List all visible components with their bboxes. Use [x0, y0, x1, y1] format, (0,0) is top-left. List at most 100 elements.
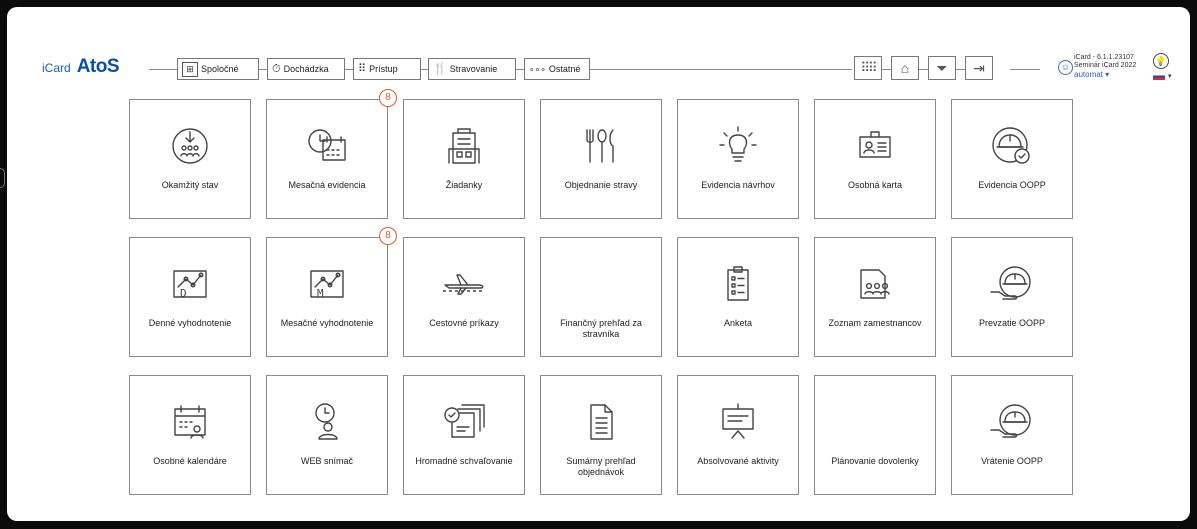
clock-calendar-icon [267, 124, 387, 168]
logout-button[interactable]: ⇥ [965, 56, 993, 80]
grid-button[interactable]: ⠿⠿ [854, 56, 882, 80]
tile-label: Osobné kalendáre [153, 456, 227, 466]
tile-denne-vyhodnotenie[interactable]: D Denné vyhodnotenie [129, 237, 251, 357]
tile-label: Zoznam zamestnancov [828, 318, 922, 328]
nav-line [149, 69, 177, 70]
tile-label: Osobná karta [847, 180, 903, 190]
tile-icon-empty [541, 262, 661, 306]
tile-label: Absolvované aktivity [697, 456, 779, 466]
tile-label: Sumárny prehľad objednávok [566, 456, 636, 477]
tile-objednanie-stravy[interactable]: Objednanie stravy [540, 99, 662, 219]
version-text: iCard - 6.1.1.23107 [1074, 54, 1134, 61]
tile-prevzatie-oopp[interactable]: Prevzatie OOPP [951, 237, 1073, 357]
logo-atos: AtoS [76, 56, 120, 77]
tile-label: Okamžitý stav [161, 180, 219, 190]
nav-line [516, 69, 524, 70]
window-edge-handle [0, 168, 5, 188]
svg-text:D: D [180, 287, 187, 300]
tile-vratenie-oopp[interactable]: Vrátenie OOPP [951, 375, 1073, 495]
people-grid-icon: ⊞ [182, 61, 198, 77]
checklist-icon [678, 262, 798, 306]
tile-label: Plánovanie dovolenky [831, 456, 919, 466]
nav-pristup[interactable]: ⠿ Prístup [353, 58, 421, 80]
home-button[interactable]: ⌂ [891, 56, 919, 80]
lightbulb-icon [678, 124, 798, 168]
chart-m-icon: M [267, 262, 387, 306]
user-icon[interactable]: ☺ [1058, 60, 1073, 75]
language-flag-icon[interactable] [1153, 73, 1165, 80]
tile-label: Evidencia návrhov [701, 180, 775, 190]
bulk-approve-icon [404, 400, 524, 444]
helmet-hand-icon [952, 262, 1072, 306]
logo[interactable]: iCard AtoS [42, 56, 120, 78]
chart-d-icon: D [130, 262, 250, 306]
tile-cestovne-prikazy[interactable]: Cestovné príkazy [403, 237, 525, 357]
user-dropdown[interactable]: automat ▾ [1074, 71, 1136, 79]
nav-label: Spoločné [201, 64, 239, 74]
notification-badge: 8 [379, 89, 397, 107]
tile-label: Finančný prehľad za stravníka [560, 318, 642, 339]
id-card-icon [815, 124, 935, 168]
grid-icon: ⠿⠿ [860, 60, 877, 75]
helmet-check-icon [952, 124, 1072, 168]
tile-label: Prevzatie OOPP [978, 318, 1046, 328]
tile-planovanie-dovolenky[interactable]: Plánovanie dovolenky [814, 375, 936, 495]
tile-web-snimac[interactable]: WEB snímač [266, 375, 388, 495]
download-people-icon [130, 124, 250, 168]
tile-label: Denné vyhodnotenie [148, 318, 232, 328]
nav-stravovanie[interactable]: 🍴 Stravovanie [428, 58, 516, 80]
tile-label: Evidencia OOPP [978, 180, 1046, 190]
tile-ziadanky[interactable]: Žiadanky [403, 99, 525, 219]
tile-zoznam-zamestnancov[interactable]: Zoznam zamestnancov [814, 237, 936, 357]
tile-mesacne-vyhodnotenie[interactable]: M Mesačné vyhodnotenie [266, 237, 388, 357]
employee-list-icon [815, 262, 935, 306]
keypad-icon: ⠿ [358, 62, 367, 75]
presentation-icon [678, 400, 798, 444]
nav-line [956, 69, 965, 70]
tile-sumarny-prehlad-objednavok[interactable]: Sumárny prehľad objednávok [540, 375, 662, 495]
nav-label: Prístup [369, 64, 398, 74]
nav-ostatne[interactable]: ∘∘∘ Ostatné [524, 58, 590, 80]
nav-line [345, 69, 353, 70]
nav-label: Ostatné [548, 64, 581, 74]
chevron-down-icon[interactable]: ▾ [1168, 72, 1172, 80]
cutlery-icon: 🍴 [433, 62, 447, 75]
nav-line [421, 69, 428, 70]
lightbulb-icon[interactable]: 💡 [1153, 53, 1169, 69]
tile-absolvovane-aktivity[interactable]: Absolvované aktivity [677, 375, 799, 495]
filter-icon: ⏷ [936, 59, 948, 76]
tile-label: WEB snímač [300, 456, 353, 466]
tile-anketa[interactable]: Anketa [677, 237, 799, 357]
tile-label: Objednanie stravy [564, 180, 638, 190]
tile-label: Mesačná evidencia [288, 180, 366, 190]
logo-icard: iCard [42, 61, 71, 75]
filter-button[interactable]: ⏷ [928, 56, 956, 80]
tile-evidencia-navrhov[interactable]: Evidencia návrhov [677, 99, 799, 219]
cutlery-icon [541, 124, 661, 168]
calendar-person-icon [130, 400, 250, 444]
nav-line [882, 69, 891, 70]
notification-badge: 8 [379, 227, 397, 245]
nav-line [259, 69, 267, 70]
tile-label: Cestovné príkazy [429, 318, 499, 328]
tile-mesacna-evidencia[interactable]: Mesačná evidencia [266, 99, 388, 219]
nav-dochadzka[interactable]: ⏱ Dochádzka [267, 58, 345, 80]
nav-spolocne[interactable]: ⊞ Spoločné [177, 58, 259, 80]
tile-okamzity-stav[interactable]: Okamžitý stav [129, 99, 251, 219]
nav-label: Dochádzka [283, 64, 329, 74]
tile-hromadne-schvalovanie[interactable]: Hromadné schvaľovanie [403, 375, 525, 495]
nav-label: Stravovanie [449, 64, 498, 74]
tile-icon-empty [815, 400, 935, 444]
svg-text:M: M [317, 287, 324, 300]
nav-line [919, 69, 928, 70]
nav-line [1010, 69, 1040, 70]
tile-financny-prehlad-za-stravnika[interactable]: Finančný prehľad za stravníka [540, 237, 662, 357]
nav-line [590, 69, 852, 70]
tile-label: Mesačné vyhodnotenie [280, 318, 374, 328]
tile-osobne-kalendare[interactable]: Osobné kalendáre [129, 375, 251, 495]
logout-icon: ⇥ [973, 59, 985, 76]
tile-osobna-karta[interactable]: Osobná karta [814, 99, 936, 219]
airplane-icon [404, 262, 524, 306]
tile-evidencia-oopp[interactable]: Evidencia OOPP [951, 99, 1073, 219]
tile-label: Anketa [723, 318, 753, 328]
